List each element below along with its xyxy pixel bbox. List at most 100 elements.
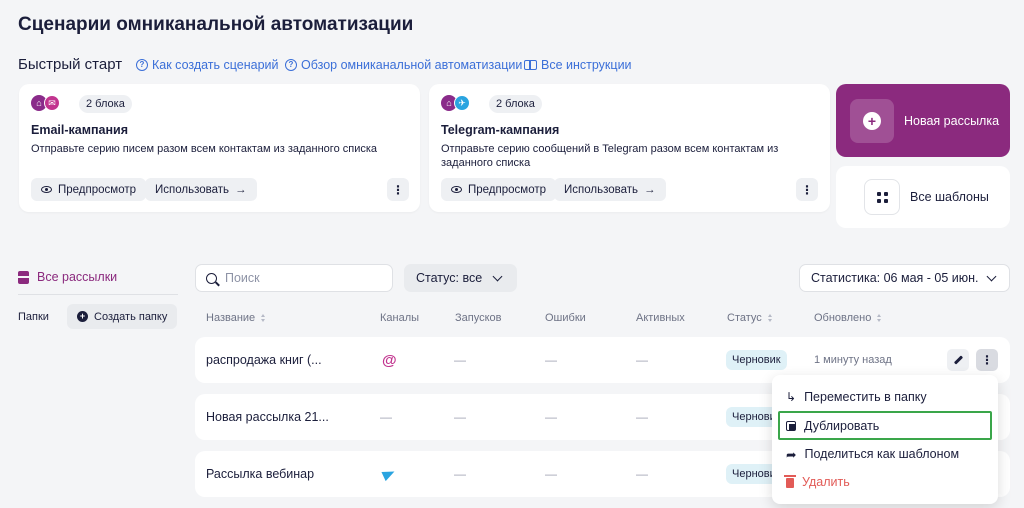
row-channel: —	[380, 410, 392, 424]
row-launches: —	[454, 410, 466, 424]
status-badge: Черновик	[726, 350, 787, 370]
column-header-launches: Запусков	[455, 312, 502, 324]
pencil-icon	[953, 355, 963, 365]
row-active: —	[636, 410, 648, 424]
menu-item-label: Поделиться как шаблоном	[804, 447, 960, 461]
preview-button[interactable]: Предпросмотр	[441, 178, 556, 201]
template-title: Email-кампания	[31, 123, 128, 137]
stack-icon	[18, 270, 29, 284]
sidebar-item-label: Все рассылки	[37, 270, 118, 284]
more-options-button[interactable]: ⋮	[387, 178, 409, 201]
row-active: —	[636, 467, 648, 481]
all-templates-button[interactable]: Все шаблоны	[836, 166, 1010, 228]
use-button[interactable]: Использовать →	[554, 178, 666, 201]
column-label: Активных	[636, 312, 685, 324]
row-name[interactable]: распродажа книг (...	[206, 337, 322, 383]
status-filter-label: Статус: все	[416, 271, 483, 285]
row-active: —	[636, 353, 648, 367]
link-label: Все инструкции	[541, 58, 632, 72]
grid-tile	[864, 179, 900, 215]
search-box[interactable]	[195, 264, 393, 292]
template-card-email: ⌂ ✉ 2 блока Email-кампания Отправьте сер…	[19, 84, 420, 212]
column-label: Каналы	[380, 312, 420, 324]
eye-icon	[451, 186, 462, 193]
link-label: Как создать сценарий	[152, 58, 279, 72]
row-context-menu: ↳ Переместить в папку Дублировать ➦ Поде…	[772, 375, 998, 504]
status-filter-dropdown[interactable]: Статус: все	[404, 264, 517, 292]
row-errors: —	[545, 467, 557, 481]
quick-start-label: Быстрый старт	[18, 56, 123, 73]
arrow-right-icon: →	[235, 183, 247, 196]
row-name[interactable]: Новая рассылка 21...	[206, 394, 329, 440]
use-button[interactable]: Использовать →	[145, 178, 257, 201]
grid-icon	[876, 191, 888, 203]
more-options-button[interactable]: ⋮	[796, 178, 818, 201]
plus-icon: +	[863, 111, 881, 130]
column-label: Статус	[727, 312, 762, 324]
telegram-channel-icon	[381, 466, 397, 482]
chevron-down-icon	[986, 271, 997, 281]
row-more-button[interactable]: ⋮	[976, 349, 998, 371]
move-arrow-icon: ↳	[786, 390, 797, 404]
link-how-to-create[interactable]: ? Как создать сценарий	[136, 58, 279, 72]
menu-scrollbar[interactable]	[993, 381, 996, 498]
preview-label: Предпросмотр	[468, 183, 546, 196]
share-icon: ➦	[786, 447, 797, 462]
arrow-right-icon: →	[644, 183, 656, 196]
edit-button[interactable]	[947, 349, 969, 371]
column-header-active: Активных	[636, 312, 685, 324]
menu-item-move-to-folder[interactable]: ↳ Переместить в папку	[778, 384, 992, 410]
book-icon	[524, 60, 537, 70]
preview-label: Предпросмотр	[58, 183, 136, 196]
kebab-icon: ⋮	[981, 353, 993, 367]
row-launches: —	[454, 353, 466, 367]
menu-item-label: Переместить в папку	[804, 390, 927, 404]
column-header-channels: Каналы	[380, 312, 419, 324]
link-all-instructions[interactable]: Все инструкции	[524, 58, 632, 72]
new-mailing-button[interactable]: + Новая рассылка	[836, 84, 1010, 157]
menu-item-delete[interactable]: Удалить	[778, 469, 992, 495]
sidebar-item-all-mailings[interactable]: Все рассылки	[18, 270, 117, 284]
use-label: Использовать	[564, 183, 639, 196]
sidebar-divider	[18, 294, 178, 295]
link-omnichannel-overview[interactable]: ? Обзор омниканальной автоматизации	[285, 58, 522, 72]
page-title: Сценарии омниканальной автоматизации	[18, 14, 414, 35]
row-errors: —	[545, 410, 557, 424]
preview-button[interactable]: Предпросмотр	[31, 178, 146, 201]
template-card-telegram: ⌂ ✈ 2 блока Telegram-кампания Отправьте …	[429, 84, 830, 212]
search-input[interactable]	[225, 271, 375, 285]
blocks-badge: 2 блока	[79, 95, 132, 113]
column-header-updated[interactable]: Обновлено	[814, 312, 882, 324]
blocks-badge: 2 блока	[489, 95, 542, 113]
question-circle-icon: ?	[285, 59, 297, 71]
all-templates-label: Все шаблоны	[910, 190, 989, 204]
row-name[interactable]: Рассылка вебинар	[206, 451, 314, 497]
create-folder-button[interactable]: + Создать папку	[67, 304, 178, 329]
column-header-status[interactable]: Статус	[727, 312, 772, 324]
folders-label: Папки	[18, 311, 49, 323]
chat-icon: ✈	[454, 95, 470, 111]
template-title: Telegram-кампания	[441, 123, 560, 137]
menu-item-duplicate[interactable]: Дублировать	[778, 411, 992, 440]
column-label: Ошибки	[545, 312, 586, 324]
column-label: Обновлено	[814, 312, 872, 324]
template-description: Отправьте серию писем разом всем контакт…	[31, 143, 378, 155]
plus-tile: +	[850, 98, 894, 143]
channel-icons: ⌂ ✈	[441, 95, 470, 111]
column-label: Запусков	[455, 312, 502, 324]
column-label: Название	[206, 312, 256, 324]
sort-icon	[261, 314, 266, 322]
trash-icon	[784, 475, 796, 488]
stats-period-label: Статистика: 06 мая - 05 июн.	[811, 271, 979, 285]
kebab-icon: ⋮	[801, 182, 813, 197]
stats-period-dropdown[interactable]: Статистика: 06 мая - 05 июн.	[799, 264, 1010, 292]
column-header-name[interactable]: Название	[206, 312, 266, 324]
menu-item-label: Дублировать	[804, 418, 880, 433]
sort-icon	[767, 314, 772, 322]
column-header-errors: Ошибки	[545, 312, 586, 324]
chevron-down-icon	[492, 271, 503, 281]
menu-item-share-as-template[interactable]: ➦ Поделиться как шаблоном	[778, 441, 992, 467]
link-label: Обзор омниканальной автоматизации	[301, 58, 523, 72]
copy-icon	[786, 420, 796, 431]
email-channel-icon: @	[382, 351, 397, 369]
